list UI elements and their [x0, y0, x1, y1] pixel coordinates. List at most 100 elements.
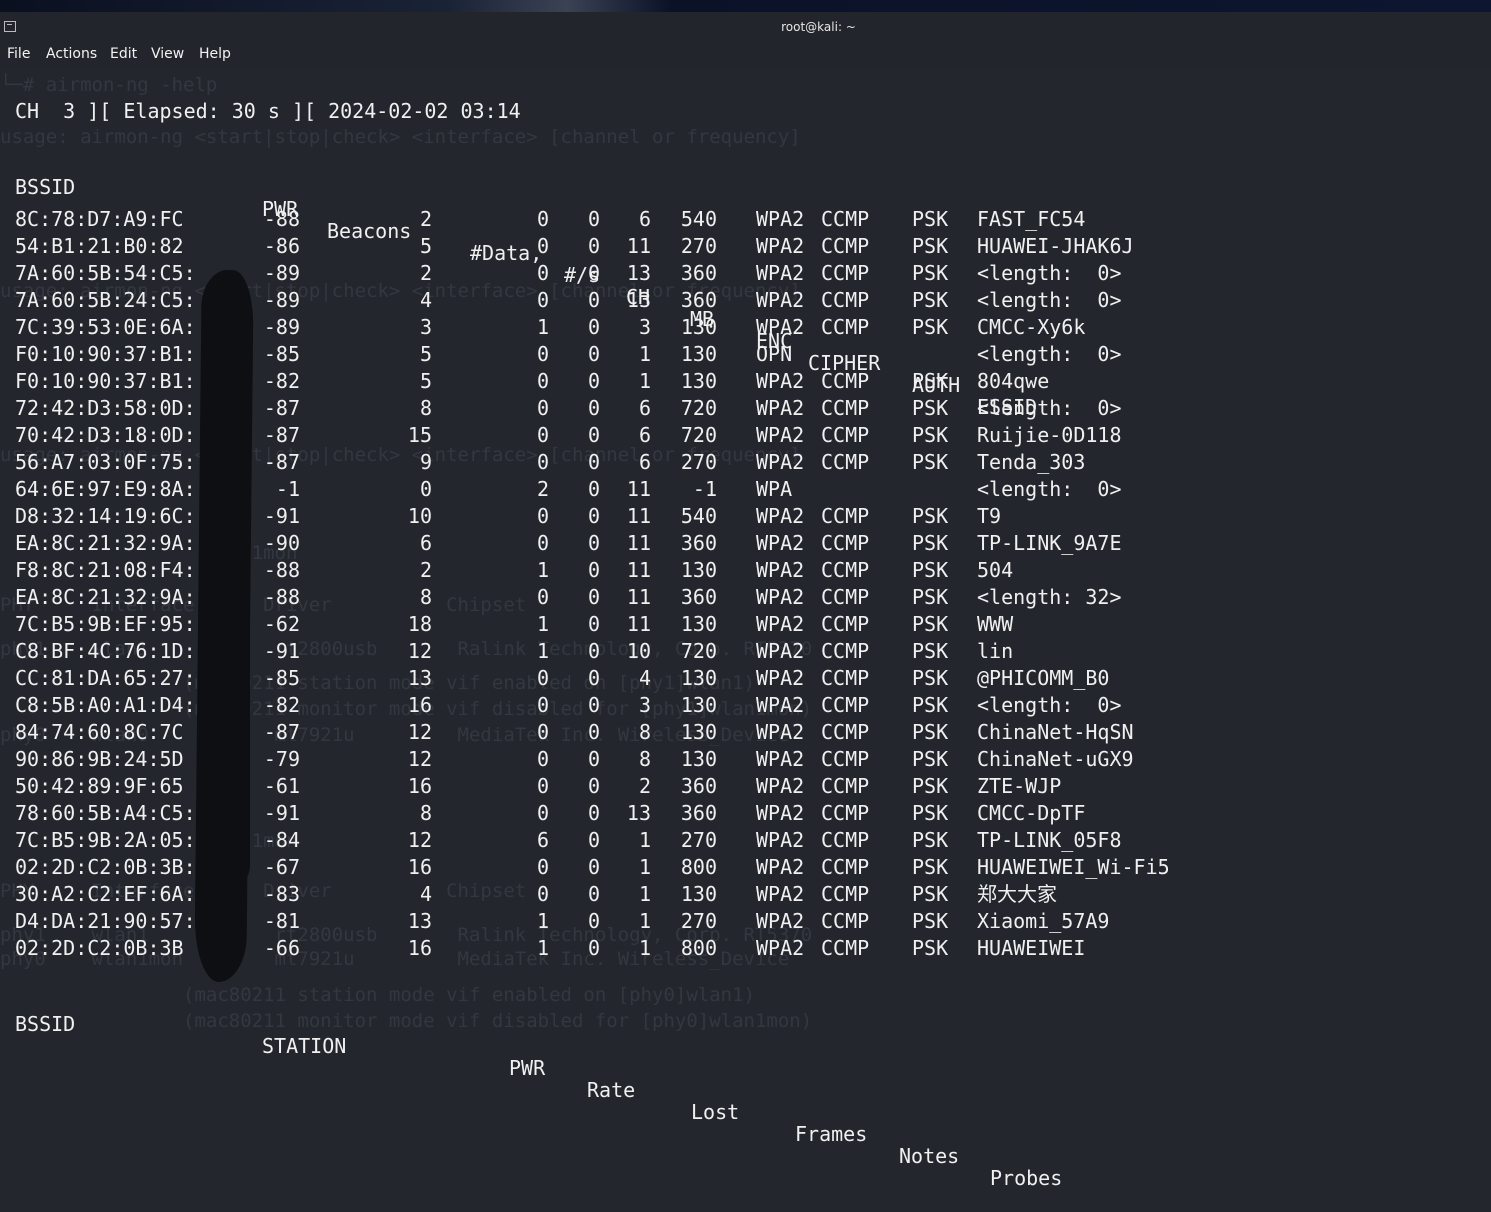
cell-essid: 804qwe	[977, 369, 1050, 393]
cell-mb: 800	[680, 936, 717, 960]
menu-edit[interactable]: Edit	[110, 46, 137, 62]
cell-essid: TP-LINK_9A7E	[977, 531, 1122, 555]
cell-rate: 0	[587, 936, 600, 960]
cell-bssid: 02:2D:C2:0B:3B:	[15, 855, 196, 879]
cell-mb: 130	[680, 693, 717, 717]
cell-mb: 130	[680, 747, 717, 771]
cell-bssid: 02:2D:C2:0B:3B	[15, 936, 184, 960]
cell-mb: 270	[680, 828, 717, 852]
cell-essid: <length: 0>	[977, 693, 1122, 717]
cell-rate: 0	[587, 882, 600, 906]
cell-mb: 540	[680, 504, 717, 528]
cell-enc: WPA2	[756, 801, 805, 825]
cell-ch: 3	[638, 693, 651, 717]
cell-bssid: 90:86:9B:24:5D	[15, 747, 184, 771]
menu-help[interactable]: Help	[199, 46, 231, 62]
station-header-lost: Lost	[691, 1100, 740, 1124]
cell-rate: 0	[587, 666, 600, 690]
cell-essid: Ruijie-0D118	[977, 423, 1122, 447]
cell-essid: ZTE-WJP	[977, 774, 1062, 798]
cell-bssid: 72:42:D3:58:0D:	[15, 396, 196, 420]
cell-cipher: CCMP	[821, 909, 870, 933]
cell-ch: 8	[638, 747, 651, 771]
cell-auth: PSK	[912, 855, 949, 879]
cell-cipher: CCMP	[821, 774, 870, 798]
cell-rate: 0	[587, 288, 600, 312]
cell-rate: 0	[587, 639, 600, 663]
cell-mb: 720	[680, 396, 717, 420]
cell-ch: 11	[626, 531, 651, 555]
menu-actions[interactable]: Actions	[46, 46, 97, 62]
menu-file[interactable]: File	[7, 46, 30, 62]
cell-bssid: D8:32:14:19:6C:	[15, 504, 196, 528]
cell-ch: 3	[638, 315, 651, 339]
cell-enc: WPA2	[756, 207, 805, 231]
cell-essid: CMCC-DpTF	[977, 801, 1086, 825]
cell-bssid: 7C:39:53:0E:6A:	[15, 315, 196, 339]
cell-cipher: CCMP	[821, 801, 870, 825]
cell-mb: 360	[680, 261, 717, 285]
cell-bssid: C8:5B:A0:A1:D4:	[15, 693, 196, 717]
cell-data: 0	[536, 423, 549, 447]
cell-enc: WPA2	[756, 639, 805, 663]
cell-mb: 720	[680, 423, 717, 447]
cell-enc: WPA2	[756, 693, 805, 717]
cell-mb: -1	[692, 477, 717, 501]
cell-rate: 0	[587, 342, 600, 366]
cell-mb: 130	[680, 882, 717, 906]
cell-rate: 0	[587, 423, 600, 447]
ghost-line: └─# airmon-ng -help	[0, 74, 218, 96]
cell-data: 0	[536, 747, 549, 771]
cell-essid: Xiaomi_57A9	[977, 909, 1110, 933]
status-line: CH 3 ][ Elapsed: 30 s ][ 2024-02-02 03:1…	[15, 99, 521, 123]
cell-data: 0	[536, 801, 549, 825]
cell-data: 0	[536, 693, 549, 717]
cell-ch: 6	[638, 396, 651, 420]
cell-auth: PSK	[912, 288, 949, 312]
cell-data: 0	[536, 504, 549, 528]
cell-essid: 郑大大家	[977, 882, 1057, 906]
cell-bssid: 84:74:60:8C:7C	[15, 720, 184, 744]
cell-pwr: -88	[263, 207, 300, 231]
cell-mb: 270	[680, 450, 717, 474]
cell-ch: 1	[638, 855, 651, 879]
cell-enc: WPA2	[756, 720, 805, 744]
cell-cipher: CCMP	[821, 585, 870, 609]
cell-data: 0	[536, 666, 549, 690]
cell-auth: PSK	[912, 531, 949, 555]
window-titlebar[interactable]: root@kali: ~	[0, 12, 1491, 42]
cell-auth: PSK	[912, 558, 949, 582]
cell-ch: 6	[638, 423, 651, 447]
cell-rate: 0	[587, 369, 600, 393]
cell-cipher: CCMP	[821, 639, 870, 663]
cell-cipher: CCMP	[821, 882, 870, 906]
cell-beacons: 5	[419, 369, 432, 393]
redaction-scribble-lower	[206, 588, 250, 888]
cell-beacons: 0	[419, 477, 432, 501]
cell-enc: WPA2	[756, 531, 805, 555]
cell-beacons: 2	[419, 261, 432, 285]
menu-view[interactable]: View	[151, 46, 184, 62]
cell-data: 0	[536, 288, 549, 312]
cell-bssid: 50:42:89:9F:65	[15, 774, 184, 798]
cell-beacons: 3	[419, 315, 432, 339]
cell-essid: Tenda_303	[977, 450, 1086, 474]
cell-essid: ChinaNet-HqSN	[977, 720, 1134, 744]
cell-rate: 0	[587, 828, 600, 852]
cell-bssid: 7C:B5:9B:EF:95:	[15, 612, 196, 636]
cell-auth: PSK	[912, 585, 949, 609]
cell-mb: 130	[680, 369, 717, 393]
terminal-output[interactable]: └─# airmon-ng -help usage: airmon-ng <sta…	[0, 68, 1491, 1189]
cell-ch: 1	[638, 936, 651, 960]
cell-bssid: EA:8C:21:32:9A:	[15, 531, 196, 555]
cell-auth: PSK	[912, 828, 949, 852]
cell-data: 0	[536, 234, 549, 258]
cell-beacons: 16	[407, 855, 432, 879]
cell-data: 0	[536, 207, 549, 231]
cell-auth: PSK	[912, 234, 949, 258]
cell-beacons: 15	[407, 423, 432, 447]
cell-auth: PSK	[912, 774, 949, 798]
cell-beacons: 4	[419, 288, 432, 312]
station-header-row: BSSID STATION PWR Rate Lost Frames Notes…	[15, 991, 1062, 1211]
cell-mb: 360	[680, 531, 717, 555]
